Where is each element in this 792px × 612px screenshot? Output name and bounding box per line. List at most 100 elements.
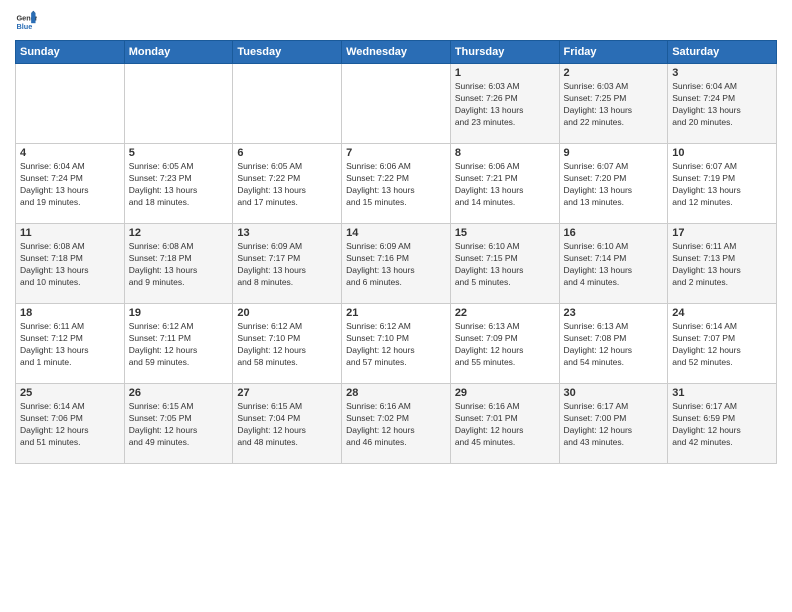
day-info: Sunrise: 6:14 AM Sunset: 7:07 PM Dayligh… <box>672 321 772 369</box>
day-number: 13 <box>237 227 337 239</box>
day-info: Sunrise: 6:04 AM Sunset: 7:24 PM Dayligh… <box>20 161 120 209</box>
day-number: 5 <box>129 147 229 159</box>
day-info: Sunrise: 6:10 AM Sunset: 7:14 PM Dayligh… <box>564 241 664 289</box>
day-number: 21 <box>346 307 446 319</box>
day-info: Sunrise: 6:11 AM Sunset: 7:12 PM Dayligh… <box>20 321 120 369</box>
calendar-cell: 3 Sunrise: 6:04 AM Sunset: 7:24 PM Daylig… <box>668 64 777 144</box>
day-info: Sunrise: 6:07 AM Sunset: 7:19 PM Dayligh… <box>672 161 772 209</box>
calendar-cell: 25 Sunrise: 6:14 AM Sunset: 7:06 PM Dayli… <box>16 384 125 464</box>
calendar-cell: 21 Sunrise: 6:12 AM Sunset: 7:10 PM Dayli… <box>342 304 451 384</box>
calendar-cell: 26 Sunrise: 6:15 AM Sunset: 7:05 PM Dayli… <box>124 384 233 464</box>
calendar-cell: 15 Sunrise: 6:10 AM Sunset: 7:15 PM Dayli… <box>450 224 559 304</box>
calendar-cell <box>233 64 342 144</box>
day-info: Sunrise: 6:12 AM Sunset: 7:10 PM Dayligh… <box>346 321 446 369</box>
calendar-cell: 16 Sunrise: 6:10 AM Sunset: 7:14 PM Dayli… <box>559 224 668 304</box>
calendar-cell: 9 Sunrise: 6:07 AM Sunset: 7:20 PM Daylig… <box>559 144 668 224</box>
calendar-cell <box>124 64 233 144</box>
weekday-header-friday: Friday <box>559 41 668 64</box>
day-info: Sunrise: 6:15 AM Sunset: 7:05 PM Dayligh… <box>129 401 229 449</box>
weekday-header-monday: Monday <box>124 41 233 64</box>
calendar-week-4: 18Sunrise: 6:11 AM Sunset: 7:12 PM Dayli… <box>16 304 777 384</box>
day-number: 25 <box>20 387 120 399</box>
day-info: Sunrise: 6:03 AM Sunset: 7:26 PM Dayligh… <box>455 81 555 129</box>
day-number: 2 <box>564 67 664 79</box>
calendar-week-1: 1 Sunrise: 6:03 AM Sunset: 7:26 PM Daylig… <box>16 64 777 144</box>
logo: General Blue <box>15 10 41 32</box>
day-info: Sunrise: 6:05 AM Sunset: 7:22 PM Dayligh… <box>237 161 337 209</box>
calendar-cell: 7Sunrise: 6:06 AM Sunset: 7:22 PM Daylig… <box>342 144 451 224</box>
day-number: 9 <box>564 147 664 159</box>
day-number: 28 <box>346 387 446 399</box>
day-number: 15 <box>455 227 555 239</box>
weekday-header-sunday: Sunday <box>16 41 125 64</box>
weekday-header-wednesday: Wednesday <box>342 41 451 64</box>
day-number: 29 <box>455 387 555 399</box>
weekday-header-tuesday: Tuesday <box>233 41 342 64</box>
calendar-week-2: 4 Sunrise: 6:04 AM Sunset: 7:24 PM Daylig… <box>16 144 777 224</box>
header: General Blue <box>15 10 777 32</box>
calendar-cell: 24 Sunrise: 6:14 AM Sunset: 7:07 PM Dayli… <box>668 304 777 384</box>
day-info: Sunrise: 6:08 AM Sunset: 7:18 PM Dayligh… <box>129 241 229 289</box>
calendar-cell: 31Sunrise: 6:17 AM Sunset: 6:59 PM Dayli… <box>668 384 777 464</box>
calendar-cell: 27 Sunrise: 6:15 AM Sunset: 7:04 PM Dayli… <box>233 384 342 464</box>
day-number: 30 <box>564 387 664 399</box>
day-info: Sunrise: 6:15 AM Sunset: 7:04 PM Dayligh… <box>237 401 337 449</box>
day-number: 6 <box>237 147 337 159</box>
day-number: 22 <box>455 307 555 319</box>
calendar-cell: 23Sunrise: 6:13 AM Sunset: 7:08 PM Dayli… <box>559 304 668 384</box>
weekday-header-saturday: Saturday <box>668 41 777 64</box>
day-number: 3 <box>672 67 772 79</box>
day-number: 17 <box>672 227 772 239</box>
day-info: Sunrise: 6:09 AM Sunset: 7:17 PM Dayligh… <box>237 241 337 289</box>
day-number: 1 <box>455 67 555 79</box>
calendar-cell: 13 Sunrise: 6:09 AM Sunset: 7:17 PM Dayli… <box>233 224 342 304</box>
calendar-cell: 10Sunrise: 6:07 AM Sunset: 7:19 PM Dayli… <box>668 144 777 224</box>
calendar-cell: 22 Sunrise: 6:13 AM Sunset: 7:09 PM Dayli… <box>450 304 559 384</box>
page-container: General Blue SundayMondayTuesdayWednesda… <box>0 0 792 474</box>
calendar-cell: 29Sunrise: 6:16 AM Sunset: 7:01 PM Dayli… <box>450 384 559 464</box>
day-number: 24 <box>672 307 772 319</box>
calendar-cell: 2Sunrise: 6:03 AM Sunset: 7:25 PM Daylig… <box>559 64 668 144</box>
calendar-cell: 14 Sunrise: 6:09 AM Sunset: 7:16 PM Dayli… <box>342 224 451 304</box>
day-number: 19 <box>129 307 229 319</box>
day-number: 8 <box>455 147 555 159</box>
calendar-cell: 4 Sunrise: 6:04 AM Sunset: 7:24 PM Daylig… <box>16 144 125 224</box>
calendar-cell: 12Sunrise: 6:08 AM Sunset: 7:18 PM Dayli… <box>124 224 233 304</box>
calendar-cell: 8 Sunrise: 6:06 AM Sunset: 7:21 PM Daylig… <box>450 144 559 224</box>
day-info: Sunrise: 6:07 AM Sunset: 7:20 PM Dayligh… <box>564 161 664 209</box>
day-number: 4 <box>20 147 120 159</box>
day-number: 7 <box>346 147 446 159</box>
day-info: Sunrise: 6:11 AM Sunset: 7:13 PM Dayligh… <box>672 241 772 289</box>
day-number: 14 <box>346 227 446 239</box>
day-info: Sunrise: 6:13 AM Sunset: 7:09 PM Dayligh… <box>455 321 555 369</box>
day-info: Sunrise: 6:08 AM Sunset: 7:18 PM Dayligh… <box>20 241 120 289</box>
day-info: Sunrise: 6:05 AM Sunset: 7:23 PM Dayligh… <box>129 161 229 209</box>
day-info: Sunrise: 6:04 AM Sunset: 7:24 PM Dayligh… <box>672 81 772 129</box>
day-info: Sunrise: 6:09 AM Sunset: 7:16 PM Dayligh… <box>346 241 446 289</box>
calendar-cell: 30Sunrise: 6:17 AM Sunset: 7:00 PM Dayli… <box>559 384 668 464</box>
day-info: Sunrise: 6:06 AM Sunset: 7:21 PM Dayligh… <box>455 161 555 209</box>
day-number: 16 <box>564 227 664 239</box>
svg-text:Blue: Blue <box>16 22 32 31</box>
calendar-table: SundayMondayTuesdayWednesdayThursdayFrid… <box>15 40 777 464</box>
calendar-week-5: 25 Sunrise: 6:14 AM Sunset: 7:06 PM Dayli… <box>16 384 777 464</box>
calendar-week-3: 11Sunrise: 6:08 AM Sunset: 7:18 PM Dayli… <box>16 224 777 304</box>
day-info: Sunrise: 6:10 AM Sunset: 7:15 PM Dayligh… <box>455 241 555 289</box>
calendar-cell: 5 Sunrise: 6:05 AM Sunset: 7:23 PM Daylig… <box>124 144 233 224</box>
day-info: Sunrise: 6:16 AM Sunset: 7:02 PM Dayligh… <box>346 401 446 449</box>
day-number: 26 <box>129 387 229 399</box>
generalblue-logo-icon: General Blue <box>15 10 37 32</box>
day-info: Sunrise: 6:13 AM Sunset: 7:08 PM Dayligh… <box>564 321 664 369</box>
calendar-cell: 11Sunrise: 6:08 AM Sunset: 7:18 PM Dayli… <box>16 224 125 304</box>
calendar-cell: 6 Sunrise: 6:05 AM Sunset: 7:22 PM Daylig… <box>233 144 342 224</box>
calendar-cell: 1 Sunrise: 6:03 AM Sunset: 7:26 PM Daylig… <box>450 64 559 144</box>
day-info: Sunrise: 6:14 AM Sunset: 7:06 PM Dayligh… <box>20 401 120 449</box>
calendar-cell <box>16 64 125 144</box>
calendar-cell: 19 Sunrise: 6:12 AM Sunset: 7:11 PM Dayli… <box>124 304 233 384</box>
day-info: Sunrise: 6:17 AM Sunset: 6:59 PM Dayligh… <box>672 401 772 449</box>
calendar-cell: 28 Sunrise: 6:16 AM Sunset: 7:02 PM Dayli… <box>342 384 451 464</box>
day-info: Sunrise: 6:12 AM Sunset: 7:11 PM Dayligh… <box>129 321 229 369</box>
day-number: 27 <box>237 387 337 399</box>
day-number: 20 <box>237 307 337 319</box>
calendar-cell: 20Sunrise: 6:12 AM Sunset: 7:10 PM Dayli… <box>233 304 342 384</box>
